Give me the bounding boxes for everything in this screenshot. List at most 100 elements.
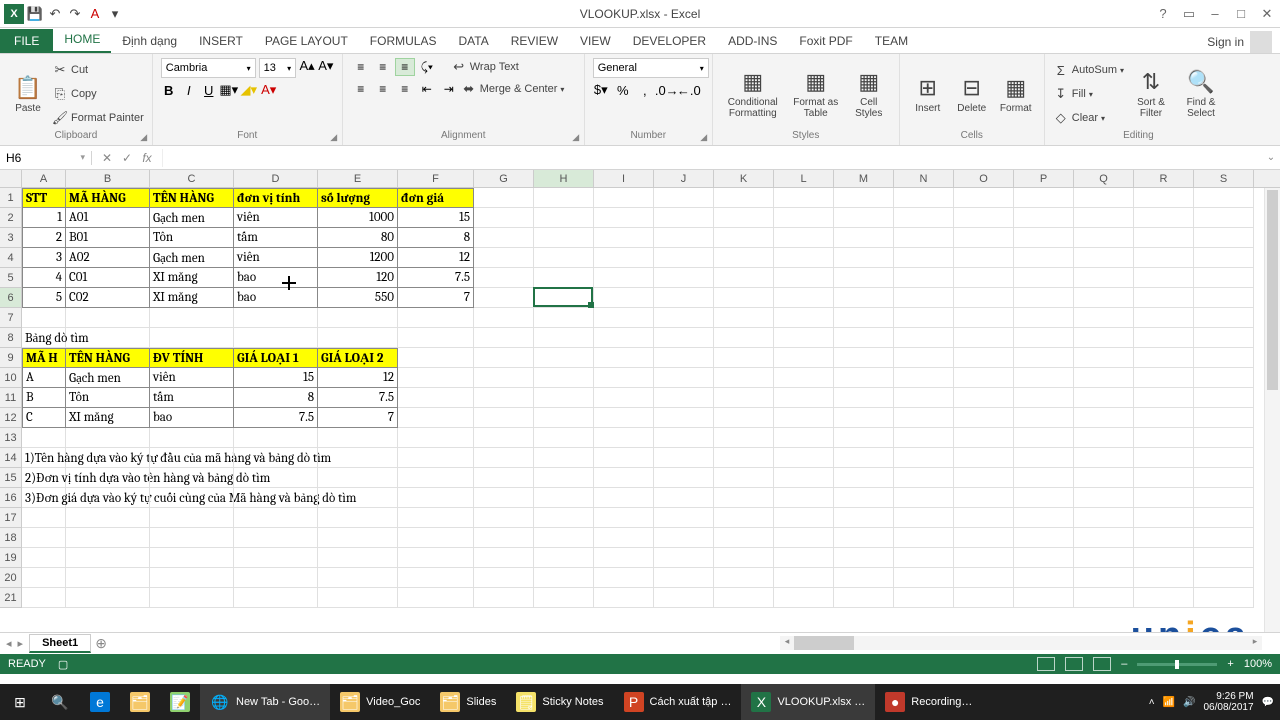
cell[interactable] [714, 428, 774, 448]
cell[interactable] [1134, 548, 1194, 568]
cell[interactable] [714, 388, 774, 408]
cell[interactable] [654, 288, 714, 308]
cell[interactable] [398, 348, 474, 368]
cell[interactable] [234, 488, 318, 508]
cell[interactable] [594, 408, 654, 428]
cell[interactable] [534, 228, 594, 248]
cell[interactable] [894, 388, 954, 408]
cell[interactable] [774, 228, 834, 248]
cell[interactable] [894, 408, 954, 428]
cell[interactable] [714, 368, 774, 388]
align-center-button[interactable]: ≡ [373, 80, 393, 98]
tab-developer[interactable]: DEVELOPER [622, 29, 717, 53]
wrap-text-button[interactable]: ↩Wrap Text [451, 58, 519, 76]
cell[interactable] [1014, 188, 1074, 208]
underline-button[interactable]: U [201, 82, 217, 98]
cell[interactable] [954, 188, 1014, 208]
row-header-13[interactable]: 13 [0, 428, 22, 448]
font-color-qat-icon[interactable]: A [86, 5, 104, 23]
cell[interactable] [834, 388, 894, 408]
number-dialog-launcher[interactable]: ◢ [698, 131, 710, 143]
inc-decimal-button[interactable]: .0→ [659, 82, 675, 98]
cell[interactable]: 2)Đơn vị tính dựa vào tên hàng và bảng d… [22, 468, 66, 488]
cell[interactable] [774, 248, 834, 268]
cell[interactable] [1014, 368, 1074, 388]
cancel-formula-icon[interactable]: ✕ [98, 149, 116, 167]
cell[interactable] [318, 588, 398, 608]
cell[interactable] [474, 268, 534, 288]
cell[interactable] [1194, 228, 1254, 248]
cell[interactable] [474, 548, 534, 568]
cell[interactable] [474, 528, 534, 548]
cell[interactable] [774, 448, 834, 468]
cell[interactable] [1014, 428, 1074, 448]
cell[interactable] [834, 588, 894, 608]
cell[interactable]: 7.5 [398, 268, 474, 288]
select-all-corner[interactable] [0, 170, 22, 187]
maximize-button[interactable]: □ [1228, 2, 1254, 26]
cell[interactable] [894, 268, 954, 288]
cell[interactable]: C01 [66, 268, 150, 288]
cell[interactable] [894, 428, 954, 448]
row-header-14[interactable]: 14 [0, 448, 22, 468]
cell[interactable] [654, 428, 714, 448]
cell[interactable] [66, 588, 150, 608]
cell[interactable]: viên [234, 248, 318, 268]
cell[interactable] [774, 548, 834, 568]
cell[interactable] [474, 368, 534, 388]
cell[interactable] [474, 508, 534, 528]
cell[interactable] [150, 328, 234, 348]
minimize-button[interactable]: – [1202, 2, 1228, 26]
cell[interactable] [318, 308, 398, 328]
cell[interactable] [318, 508, 398, 528]
cell[interactable] [834, 368, 894, 388]
cell[interactable] [834, 228, 894, 248]
cell[interactable] [654, 348, 714, 368]
cell[interactable] [1074, 448, 1134, 468]
cell[interactable] [654, 488, 714, 508]
cell[interactable] [1014, 248, 1074, 268]
cell[interactable] [954, 208, 1014, 228]
cell[interactable] [714, 508, 774, 528]
cell[interactable] [1194, 308, 1254, 328]
cell[interactable] [1194, 388, 1254, 408]
cell[interactable]: 7.5 [234, 408, 318, 428]
cut-button[interactable]: ✂Cut [52, 61, 144, 79]
cell[interactable] [534, 488, 594, 508]
cell[interactable] [1074, 468, 1134, 488]
cell[interactable] [774, 488, 834, 508]
cell[interactable] [894, 488, 954, 508]
recording-task[interactable]: ●Recording… [875, 684, 982, 720]
cell[interactable] [398, 528, 474, 548]
cell[interactable] [534, 268, 594, 288]
cell[interactable] [66, 528, 150, 548]
cell[interactable]: Tôn [66, 388, 150, 408]
slides-task[interactable]: 🗂Slides [430, 684, 506, 720]
network-icon[interactable]: 📶 [1163, 697, 1175, 708]
cell[interactable] [1014, 308, 1074, 328]
vertical-scrollbar[interactable] [1264, 188, 1280, 632]
cell[interactable] [894, 568, 954, 588]
cell[interactable]: đơn giá [398, 188, 474, 208]
cell[interactable] [834, 328, 894, 348]
cell[interactable] [894, 368, 954, 388]
orientation-button[interactable]: ⤹▾ [417, 58, 437, 76]
cell[interactable] [774, 468, 834, 488]
col-header-D[interactable]: D [234, 170, 318, 187]
cell[interactable] [398, 328, 474, 348]
zoom-in-icon[interactable]: + [1227, 658, 1233, 670]
cell[interactable] [234, 528, 318, 548]
format-table-button[interactable]: ▦Format as Table [789, 58, 843, 130]
cell[interactable] [398, 428, 474, 448]
align-top-button[interactable]: ≡ [351, 58, 371, 76]
cell[interactable] [1134, 468, 1194, 488]
cell[interactable] [1074, 388, 1134, 408]
cell[interactable] [1134, 268, 1194, 288]
delete-cells-button[interactable]: ⊟Delete [952, 58, 992, 130]
cell[interactable]: XI măng [150, 268, 234, 288]
col-header-G[interactable]: G [474, 170, 534, 187]
cell[interactable] [834, 428, 894, 448]
cell[interactable] [1074, 308, 1134, 328]
cell[interactable]: TÊN HÀNG [150, 188, 234, 208]
fx-icon[interactable]: fx [138, 149, 156, 167]
